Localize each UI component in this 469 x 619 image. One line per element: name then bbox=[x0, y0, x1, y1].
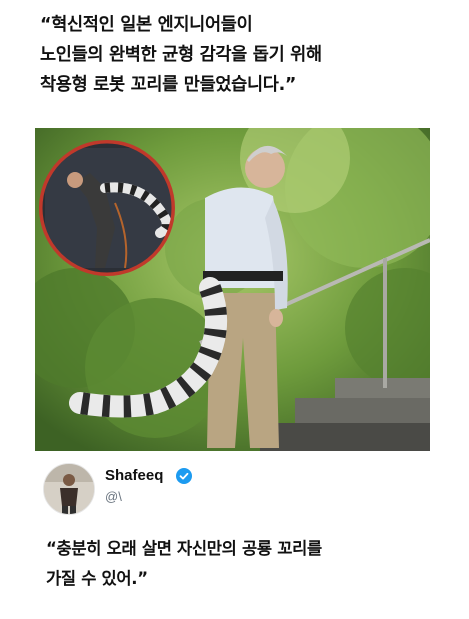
headline-line-1: “혁신적인 일본 엔지니어들이 bbox=[40, 15, 253, 35]
tweet-quote: “충분히 오래 살면 자신만의 공룡 꼬리를 가질 수 있어.” bbox=[46, 534, 436, 594]
headline-line-3: 착용형 로봇 꼬리를 만들었습니다.” bbox=[40, 75, 297, 95]
quote-line-2: 가질 수 있어.” bbox=[46, 569, 148, 588]
headline: “혁신적인 일본 엔지니어들이 노인들의 완벽한 균형 감각을 돕기 위해 착용… bbox=[40, 10, 440, 100]
news-photo bbox=[35, 128, 430, 451]
avatar[interactable] bbox=[43, 463, 95, 515]
headline-line-2: 노인들의 완벽한 균형 감각을 돕기 위해 bbox=[40, 45, 322, 65]
user-handle[interactable]: @\ bbox=[105, 489, 122, 504]
avatar-person-icon bbox=[44, 464, 94, 514]
quote-line-1: “충분히 오래 살면 자신만의 공룡 꼬리를 bbox=[46, 539, 322, 558]
tweet-card: Shafeeq @\ bbox=[35, 451, 430, 527]
user-name[interactable]: Shafeeq bbox=[105, 467, 163, 484]
verified-badge-icon bbox=[176, 468, 192, 484]
robot-tail-photo-icon bbox=[35, 128, 430, 451]
